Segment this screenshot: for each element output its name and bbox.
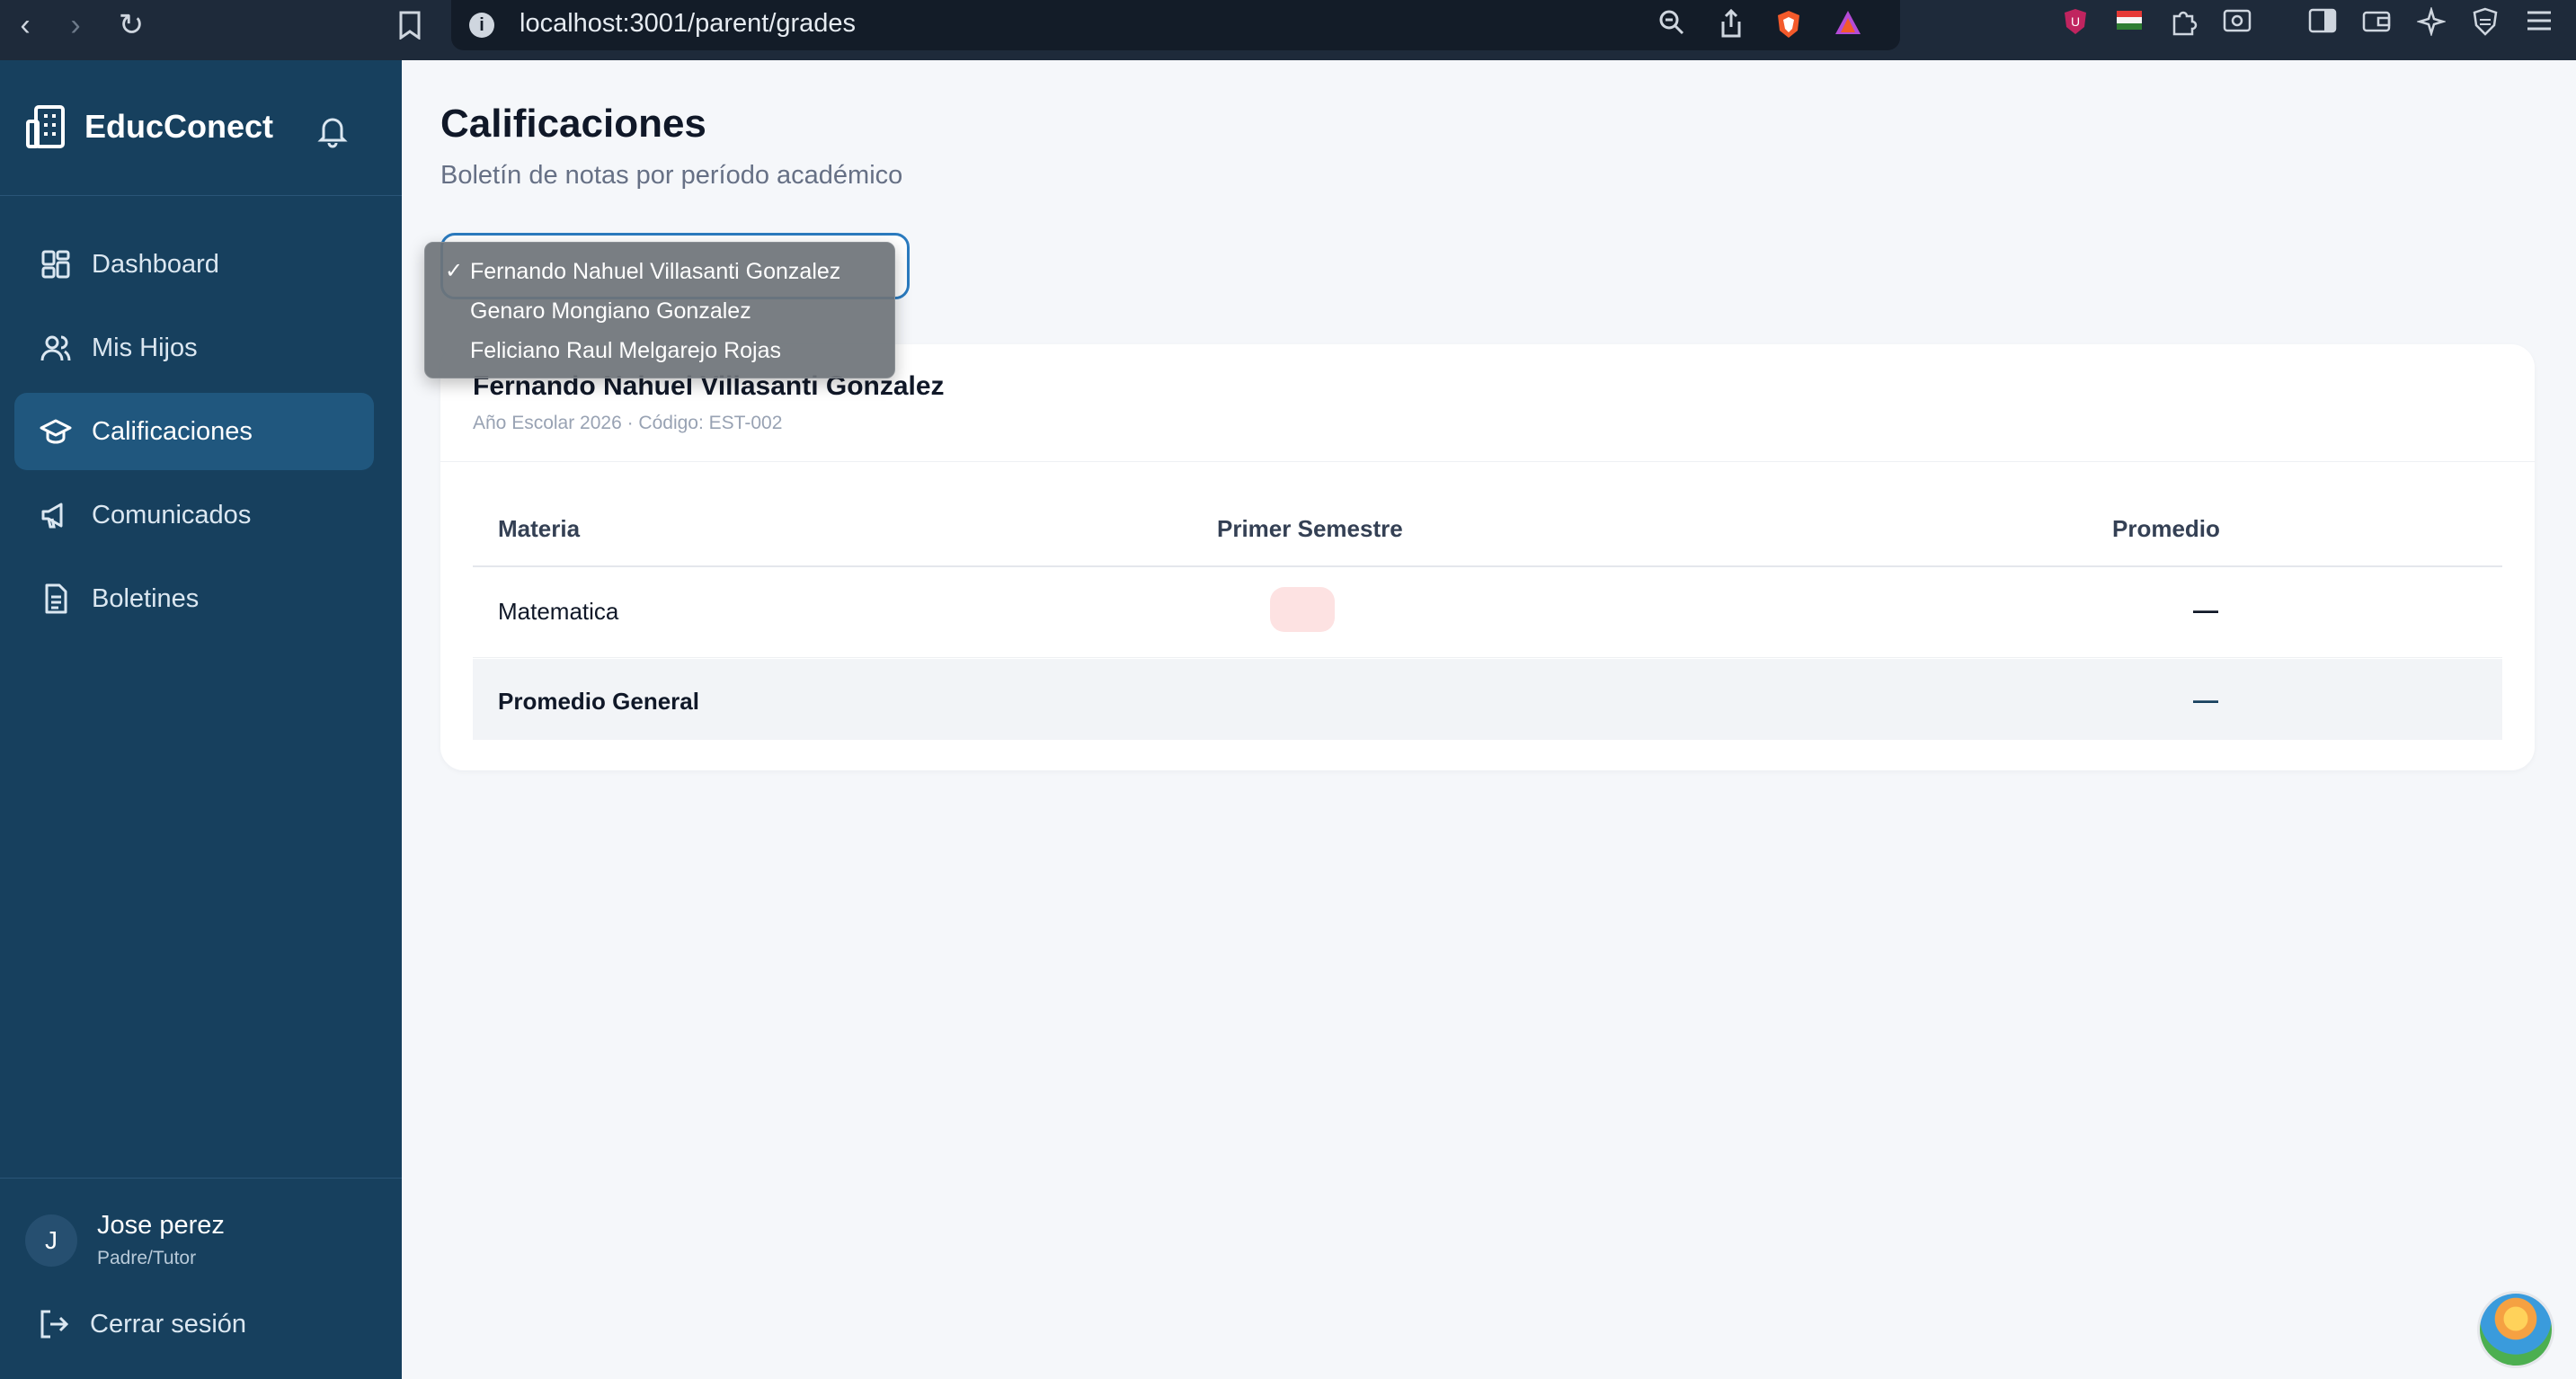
share-icon[interactable] — [1715, 8, 1747, 41]
table-row-average: — — [2193, 596, 2218, 624]
page-subtitle: Boletín de notas por período académico — [440, 161, 903, 190]
megaphone-icon — [40, 499, 72, 531]
wallet-icon[interactable] — [2359, 7, 2394, 41]
student-option[interactable]: Genaro Mongiano Gonzalez — [425, 291, 894, 331]
sidebar-item-label: Mis Hijos — [92, 333, 198, 362]
zoom-icon[interactable] — [1656, 9, 1688, 41]
logout-icon — [38, 1308, 70, 1340]
sidebar-toggle-icon[interactable] — [2305, 7, 2340, 41]
table-row-subject: Matematica — [498, 598, 619, 625]
sidebar-item-boletines[interactable]: Boletines — [14, 560, 374, 637]
menu-icon[interactable] — [2522, 7, 2556, 41]
sidebar-item-dashboard[interactable]: Dashboard — [14, 226, 374, 303]
user-profile[interactable]: J Jose perez Padre/Tutor — [25, 1211, 225, 1269]
sidebar-item-label: Boletines — [92, 583, 200, 613]
student-option[interactable]: ✓ Fernando Nahuel Villasanti Gonzalez — [425, 252, 894, 291]
summary-row: Promedio General — — [473, 659, 2502, 740]
brave-rewards-icon[interactable] — [1832, 9, 1864, 41]
sidebar-item-calificaciones[interactable]: Calificaciones — [14, 393, 374, 470]
reload-icon[interactable]: ↻ — [113, 7, 149, 43]
grade-badge — [1270, 587, 1335, 632]
users-icon — [40, 332, 72, 364]
leo-ai-icon[interactable] — [2414, 5, 2448, 41]
bookmark-icon[interactable] — [392, 7, 428, 43]
dashboard-icon — [40, 248, 72, 280]
screenshot-icon[interactable] — [2220, 7, 2254, 41]
extensions-puzzle-icon[interactable] — [2166, 7, 2200, 41]
grades-card: Fernando Nahuel Villasanti Gonzalez Año … — [440, 344, 2535, 770]
page-title: Calificaciones — [440, 102, 706, 146]
vpn-shield-icon[interactable] — [2468, 7, 2502, 41]
sidebar-divider — [0, 1178, 402, 1179]
sidebar-item-comunicados[interactable]: Comunicados — [14, 476, 374, 554]
brand-name: EducConect — [84, 108, 274, 145]
sidebar: EducConect Dashboard Mis Hijos Calificac… — [0, 60, 402, 1379]
table-header-divider — [473, 565, 2502, 567]
student-select-dropdown[interactable]: ✓ Fernando Nahuel Villasanti Gonzalez Ge… — [424, 242, 895, 378]
column-header-materia: Materia — [498, 515, 581, 542]
summary-value: — — [2193, 686, 2218, 714]
column-header-primer-semestre: Primer Semestre — [1217, 515, 1403, 542]
student-option[interactable]: Feliciano Raul Melgarejo Rojas — [425, 331, 894, 370]
sidebar-item-label: Dashboard — [92, 249, 219, 279]
student-meta: Año Escolar 2026 · Código: EST-002 — [473, 413, 783, 433]
forward-icon[interactable]: › — [58, 7, 93, 43]
sidebar-divider — [0, 195, 402, 196]
user-role: Padre/Tutor — [97, 1248, 197, 1268]
sidebar-item-label: Calificaciones — [92, 416, 253, 446]
document-icon — [40, 583, 72, 615]
logout-button[interactable]: Cerrar sesión — [38, 1308, 246, 1340]
logout-label: Cerrar sesión — [90, 1309, 247, 1339]
site-info-icon[interactable]: i — [469, 13, 494, 38]
brand[interactable]: EducConect — [25, 103, 273, 150]
extension-ublock-icon[interactable]: U — [2058, 7, 2092, 41]
back-icon[interactable]: ‹ — [7, 7, 43, 43]
svg-text:U: U — [2071, 14, 2080, 29]
sidebar-nav: Dashboard Mis Hijos Calificaciones Comun… — [14, 226, 374, 644]
extension-flag-icon[interactable] — [2112, 7, 2146, 41]
brave-shield-icon[interactable] — [1772, 9, 1805, 41]
column-header-promedio: Promedio — [2112, 515, 2220, 542]
checkmark-icon: ✓ — [445, 259, 464, 283]
url-text[interactable]: localhost:3001/parent/grades — [520, 9, 856, 39]
browser-toolbar: ‹ › ↻ i localhost:3001/parent/grades U — [0, 0, 2576, 60]
assistant-avatar-button[interactable] — [2477, 1291, 2554, 1368]
summary-label: Promedio General — [498, 688, 699, 715]
row-divider — [473, 657, 2502, 658]
building-logo-icon — [25, 103, 68, 150]
sidebar-item-mis-hijos[interactable]: Mis Hijos — [14, 309, 374, 387]
sidebar-item-label: Comunicados — [92, 500, 252, 529]
card-divider — [440, 461, 2535, 462]
graduation-cap-icon — [40, 415, 72, 448]
bell-icon[interactable] — [315, 112, 351, 148]
avatar: J — [25, 1214, 77, 1267]
user-name: Jose perez — [97, 1211, 225, 1240]
address-bar[interactable]: i localhost:3001/parent/grades — [451, 0, 1900, 50]
